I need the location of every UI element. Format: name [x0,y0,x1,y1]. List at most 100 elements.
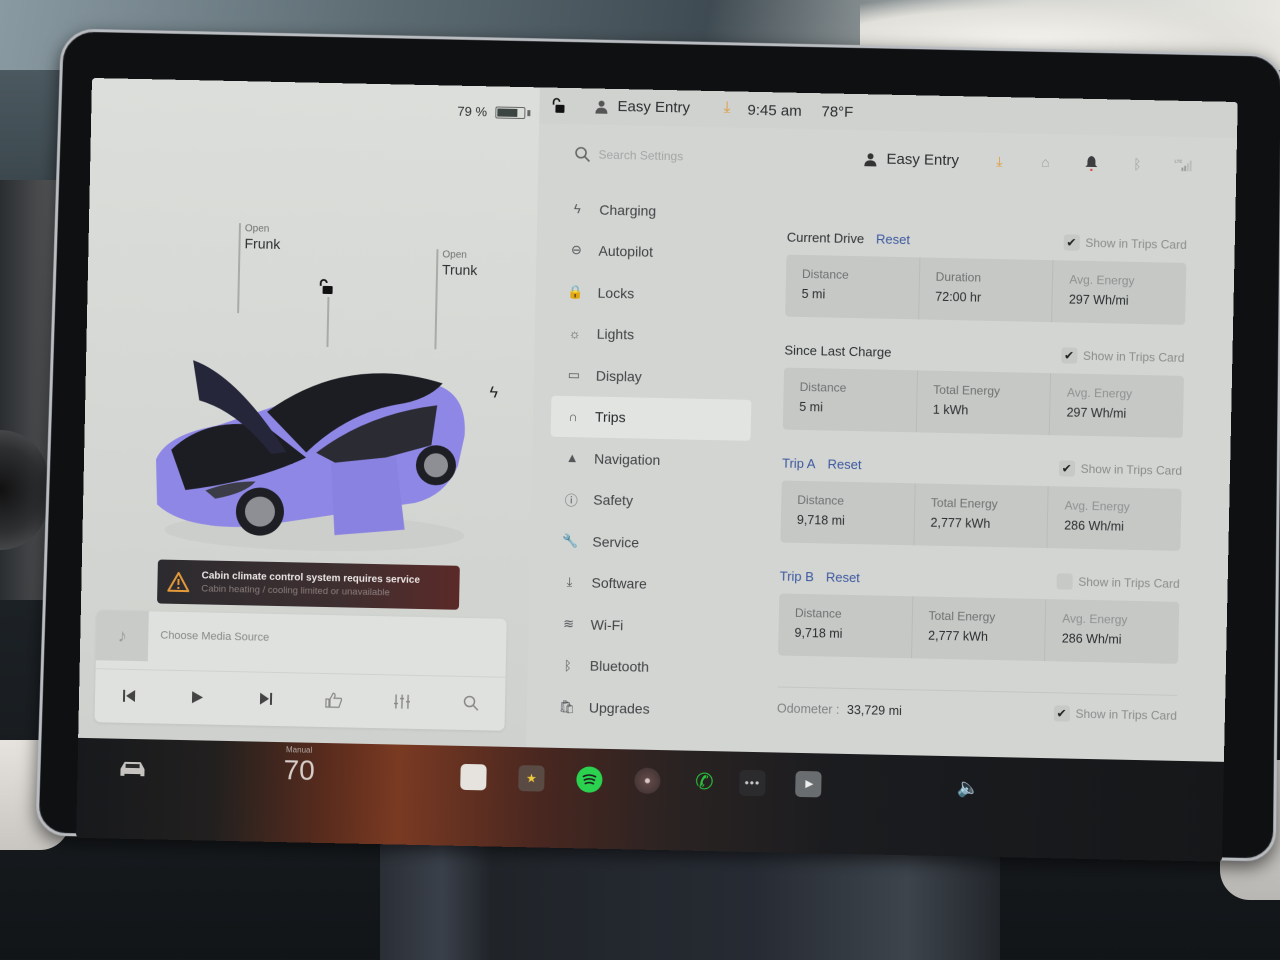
stat-label: Avg. Energy [1064,498,1130,514]
theater-app-icon[interactable] [795,770,822,798]
search-settings-input[interactable] [598,144,799,169]
sidebar-item-label: Display [595,367,642,385]
play-button[interactable] [183,683,212,712]
profile-name: Easy Entry [617,98,691,117]
current-drive-reset-button[interactable]: Reset [876,231,910,247]
previous-track-button[interactable] [115,681,144,710]
signal-bars: LTE [1174,159,1192,172]
sidebar-item-service[interactable]: 🔧 Service [548,520,749,566]
bell-icon[interactable] [1082,153,1100,173]
car-model-image[interactable] [144,339,478,556]
outside-temperature: 78°F [821,103,854,121]
stat-label: Distance [797,492,845,508]
current-drive-section: Current Drive Reset ✔ Show in Trips Card… [785,225,1187,346]
sidebar-item-upgrades[interactable]: 🛍 Upgrades [545,686,746,732]
service-alert[interactable]: Cabin climate control system requires se… [157,559,460,610]
sidebar-item-wifi[interactable]: ≋ Wi-Fi [546,603,747,649]
download-icon: ⤓ [566,574,573,590]
show-in-trips-card-label: Show in Trips Card [1075,706,1178,723]
media-player: ♪ Choose Media Source [94,610,507,731]
camera-app-icon[interactable] [634,767,661,795]
trip-b-stats: Distance 9,718 mi Total Energy 2,777 kWh Avg… [778,593,1180,664]
driver-profile-button[interactable]: Easy Entry [595,98,690,117]
charge-port-icon[interactable]: ϟ [489,384,498,402]
sidebar-item-label: Safety [593,491,634,509]
spotify-waves [582,774,597,785]
trip-a-show-toggle[interactable]: ✔ Show in Trips Card [1058,460,1182,479]
car-status-panel: 79 % Open Frunk Open Trunk ϟ Cabin clima… [78,78,540,748]
trunk-label[interactable]: Trunk [442,261,478,278]
car-icon[interactable] [117,759,147,780]
odometer: Odometer : 33,729 mi [777,701,902,718]
media-source-button[interactable]: Choose Media Source [160,630,269,644]
sidebar-item-navigation[interactable]: ▲ Navigation [550,437,751,483]
current-drive-show-toggle[interactable]: ✔ Show in Trips Card [1063,234,1187,253]
media-search-button[interactable] [457,688,486,717]
trips-icon: ∩ [568,408,578,424]
sidebar-item-label: Lights [596,325,635,343]
unlocked-icon[interactable] [551,97,565,114]
skip-forward-icon [259,692,272,705]
sidebar-item-locks[interactable]: 🔒 Locks [553,271,754,317]
steering-wheel-icon: ⊖ [570,242,583,258]
frunk-label[interactable]: Frunk [244,235,280,252]
trip-a-title[interactable]: Trip A [782,455,816,471]
homelink-icon[interactable]: ⌂ [1036,152,1054,172]
stat-avg-energy: Avg. Energy 286 Wh/mi [1048,486,1182,551]
phone-app-icon[interactable]: ✆ [691,769,718,796]
checkbox[interactable]: ✔ [1053,705,1070,722]
header-profile-button[interactable]: Easy Entry [864,150,959,169]
sidebar-item-label: Upgrades [588,699,650,717]
equalizer-button[interactable] [388,687,417,716]
thumbs-up-button[interactable] [320,685,349,714]
sidebar-item-safety[interactable]: ⓘ Safety [549,478,750,524]
bolt-icon: ϟ [573,201,581,217]
odometer-show-toggle[interactable]: ✔ Show in Trips Card [1053,705,1177,724]
sidebar-item-bluetooth[interactable]: ᛒ Bluetooth [545,644,746,690]
stat-distance: Distance 9,718 mi [780,480,916,546]
since-last-charge-show-toggle[interactable]: ✔ Show in Trips Card [1060,347,1185,366]
stat-label: Total Energy [933,382,1001,399]
settings-header: Easy Entry ⤓ ⌂ ᛒ LTE [538,131,1237,194]
sidebar-item-lights[interactable]: ☼ Lights [552,312,753,358]
unlocked-icon[interactable] [318,279,334,295]
more-apps-button[interactable]: ••• [739,769,766,797]
temperature-control[interactable]: 70 [283,754,315,787]
toybox-app-icon[interactable]: ★ [518,765,545,792]
bluetooth-icon[interactable]: ᛒ [1128,154,1146,174]
sidebar-item-label: Bluetooth [589,657,650,676]
trip-b-show-toggle[interactable]: Show in Trips Card [1056,573,1180,592]
notes-app-icon[interactable] [460,763,487,791]
trip-a-reset-button[interactable]: Reset [827,456,861,472]
battery-icon [494,105,526,119]
current-drive-stats: Distance 5 mi Duration 72:00 hr Avg. Energy 2… [785,254,1187,325]
trip-b-reset-button[interactable]: Reset [826,569,860,585]
checkbox[interactable] [1056,573,1073,590]
wrench-icon: 🔧 [562,532,579,549]
volume-icon[interactable]: 🔈 [955,774,982,801]
stat-label: Avg. Energy [1066,385,1133,401]
sidebar-item-software[interactable]: ⤓ Software [547,561,748,607]
sidebar-item-display[interactable]: ▭ Display [551,354,752,400]
stat-value: 9,718 mi [796,512,845,528]
sidebar-item-autopilot[interactable]: ⊖ Autopilot [554,229,755,275]
alert-text: Cabin climate control system requires se… [201,570,420,599]
settings-nav: ϟ Charging ⊖ Autopilot 🔒 Locks ☼ Lights ▭ Display… [545,188,756,732]
next-track-button[interactable] [252,684,281,713]
sidebar-item-charging[interactable]: ϟ Charging [555,188,756,234]
checkbox[interactable]: ✔ [1060,347,1078,364]
bag-icon: 🛍 [558,698,576,715]
checkbox[interactable]: ✔ [1063,234,1080,251]
bluetooth-icon: ᛒ [563,657,572,673]
checkbox[interactable]: ✔ [1058,460,1075,477]
music-note-icon: ♪ [95,610,149,662]
software-update-icon[interactable]: ⤓ [723,99,730,117]
stat-label: Avg. Energy [1062,611,1128,627]
sidebar-item-trips[interactable]: ∩ Trips [550,395,752,441]
download-icon[interactable]: ⤓ [990,151,1008,171]
stat-value: 72:00 hr [935,289,982,305]
stat-value: 297 Wh/mi [1066,405,1127,421]
trip-b-title[interactable]: Trip B [780,568,815,584]
sidebar-item-label: Service [592,533,640,551]
spotify-app-icon[interactable] [576,766,603,793]
